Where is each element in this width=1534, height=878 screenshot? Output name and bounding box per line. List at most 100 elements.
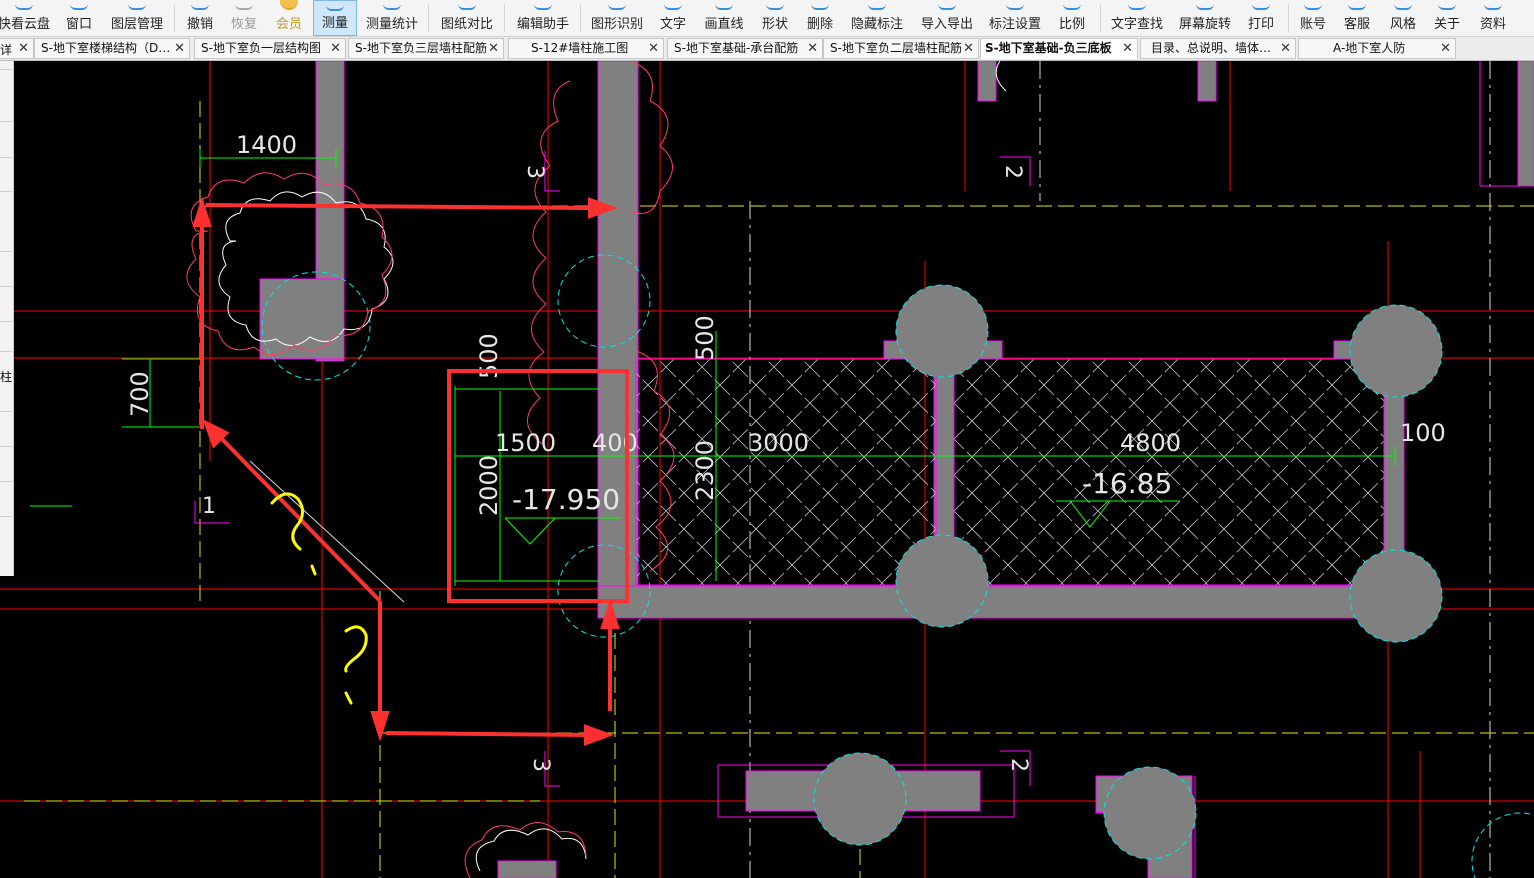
- print-button[interactable]: 打印: [1244, 0, 1278, 36]
- account-button[interactable]: 账号: [1296, 0, 1330, 36]
- close-icon[interactable]: ✕: [1440, 39, 1451, 58]
- close-icon[interactable]: ✕: [1280, 39, 1291, 58]
- panel-divider: [0, 516, 12, 517]
- panel-divider: [0, 69, 12, 70]
- about-button[interactable]: 关于: [1430, 0, 1464, 36]
- tab-document-active[interactable]: S-地下室基础-负三底板 ✕: [980, 38, 1138, 59]
- elevation-right: -16.85: [1082, 467, 1172, 500]
- close-icon[interactable]: ✕: [807, 39, 818, 58]
- tab-document[interactable]: S-12#墙柱施工图 ✕: [508, 38, 664, 59]
- toolbar-separator: [580, 4, 581, 32]
- info-icon: [1438, 0, 1456, 10]
- search-icon: [1128, 0, 1146, 10]
- cad-drawing[interactable]: 1400 700 500 500 1500 400 3000 4800 100 …: [0, 61, 1534, 878]
- dim-2000: 2000: [475, 455, 503, 516]
- redo-icon: [235, 0, 253, 10]
- axis-label: 1: [202, 494, 216, 519]
- undo-icon: [191, 0, 209, 10]
- text-button[interactable]: 文字: [656, 0, 690, 36]
- axis-label: 2: [1006, 758, 1031, 772]
- close-icon[interactable]: ✕: [963, 39, 974, 58]
- close-icon[interactable]: ✕: [18, 39, 29, 58]
- cloud-disk-button[interactable]: 快看云盘: [0, 0, 50, 36]
- screen-rotate-button[interactable]: 屏幕旋转: [1176, 0, 1234, 36]
- main-toolbar: 快看云盘 窗口 图层管理 撤销 恢复 会员 测量 测量统计 图纸对比 编辑助手 …: [0, 0, 1534, 37]
- measure-button[interactable]: 测量: [313, 0, 357, 36]
- elevation-left: -17.950: [512, 483, 620, 516]
- layer-manager-button[interactable]: 图层管理: [108, 0, 166, 36]
- style-button[interactable]: 风格: [1386, 0, 1420, 36]
- panel-divider: [0, 321, 12, 322]
- tab-document[interactable]: 目录、总说明、墙体… ✕: [1140, 38, 1296, 59]
- dim-100: 100: [1400, 419, 1446, 447]
- tab-document[interactable]: S-地下室负二层墙柱配筋 ✕: [823, 38, 979, 59]
- measure-stats-icon: [383, 0, 401, 10]
- tab-document[interactable]: S-地下室负一层结构图 ✕: [194, 38, 346, 59]
- close-icon[interactable]: ✕: [174, 39, 185, 58]
- line-icon: [715, 0, 733, 10]
- panel-divider: [0, 251, 12, 252]
- vip-button[interactable]: 会员: [272, 0, 306, 36]
- cloud-icon: [15, 0, 33, 10]
- drawing-canvas[interactable]: 1400 700 500 500 1500 400 3000 4800 100 …: [0, 61, 1534, 878]
- tab-document[interactable]: A-地下室人防 ✕: [1298, 38, 1456, 59]
- toolbar-separator: [1288, 4, 1289, 32]
- ruler-icon: [326, 1, 344, 11]
- toolbar-separator: [1100, 4, 1101, 32]
- redo-button[interactable]: 恢复: [226, 0, 262, 36]
- tab-document[interactable]: S-地下室楼梯结构（D… ✕: [34, 38, 190, 59]
- resources-icon: [1484, 0, 1502, 10]
- close-icon[interactable]: ✕: [648, 39, 659, 58]
- edit-assistant-button[interactable]: 编辑助手: [514, 0, 572, 36]
- close-icon[interactable]: ✕: [488, 39, 499, 58]
- headset-icon: [1348, 0, 1366, 10]
- palette-icon: [1394, 0, 1412, 10]
- close-icon[interactable]: ✕: [1122, 39, 1133, 58]
- toolbar-separator: [428, 4, 429, 32]
- window-button[interactable]: 窗口: [60, 0, 98, 36]
- resources-button[interactable]: 资料: [1476, 0, 1510, 36]
- dim-1500: 1500: [495, 429, 556, 457]
- layers-icon: [128, 0, 146, 10]
- text-search-button[interactable]: 文字查找: [1108, 0, 1166, 36]
- toolbar-separator: [504, 4, 505, 32]
- compare-icon: [458, 0, 476, 10]
- dim-400: 400: [592, 429, 638, 457]
- account-icon: [1304, 0, 1322, 10]
- shape-recognition-button[interactable]: 图形识别: [588, 0, 646, 36]
- scale-icon: [1063, 0, 1081, 10]
- panel-divider: [0, 157, 12, 158]
- panel-divider: [0, 481, 12, 482]
- drawing-compare-button[interactable]: 图纸对比: [438, 0, 496, 36]
- scale-button[interactable]: 比例: [1054, 0, 1090, 36]
- dim-4800: 4800: [1120, 429, 1181, 457]
- left-side-panel[interactable]: 详 柱: [0, 43, 14, 576]
- edit-assistant-icon: [534, 0, 552, 10]
- tab-document[interactable]: S-地下室负三层墙柱配筋 ✕: [348, 38, 504, 59]
- hide-icon: [868, 0, 886, 10]
- printer-icon: [1252, 0, 1270, 10]
- undo-button[interactable]: 撤销: [182, 0, 218, 36]
- panel-divider: [0, 286, 12, 287]
- hide-annotation-button[interactable]: 隐藏标注: [848, 0, 906, 36]
- dim-2300: 2300: [691, 440, 719, 501]
- draw-line-button[interactable]: 画直线: [702, 0, 746, 36]
- delete-button[interactable]: 删除: [803, 0, 837, 36]
- annotation-settings-button[interactable]: 标注设置: [986, 0, 1044, 36]
- shape-button[interactable]: 形状: [758, 0, 792, 36]
- document-tab-bar: ✕ S-地下室楼梯结构（D… ✕ S-地下室负一层结构图 ✕ S-地下室负三层墙柱配…: [0, 37, 1534, 61]
- markup-question-marks: [270, 492, 368, 705]
- rotate-icon: [1196, 0, 1214, 10]
- measure-stats-button[interactable]: 测量统计: [364, 0, 420, 36]
- tab-document[interactable]: S-地下室基础-承台配筋 ✕: [667, 38, 823, 59]
- markup-red-arrows: [192, 196, 620, 746]
- vip-icon: [280, 0, 298, 10]
- axis-label: 2: [1000, 165, 1025, 179]
- axis-label: 3: [528, 758, 553, 772]
- eraser-icon: [811, 0, 829, 10]
- customer-service-button[interactable]: 客服: [1340, 0, 1374, 36]
- panel-divider: [0, 446, 12, 447]
- panel-edge-text: 详: [0, 43, 13, 57]
- import-export-button[interactable]: 导入导出: [918, 0, 976, 36]
- close-icon[interactable]: ✕: [330, 39, 341, 58]
